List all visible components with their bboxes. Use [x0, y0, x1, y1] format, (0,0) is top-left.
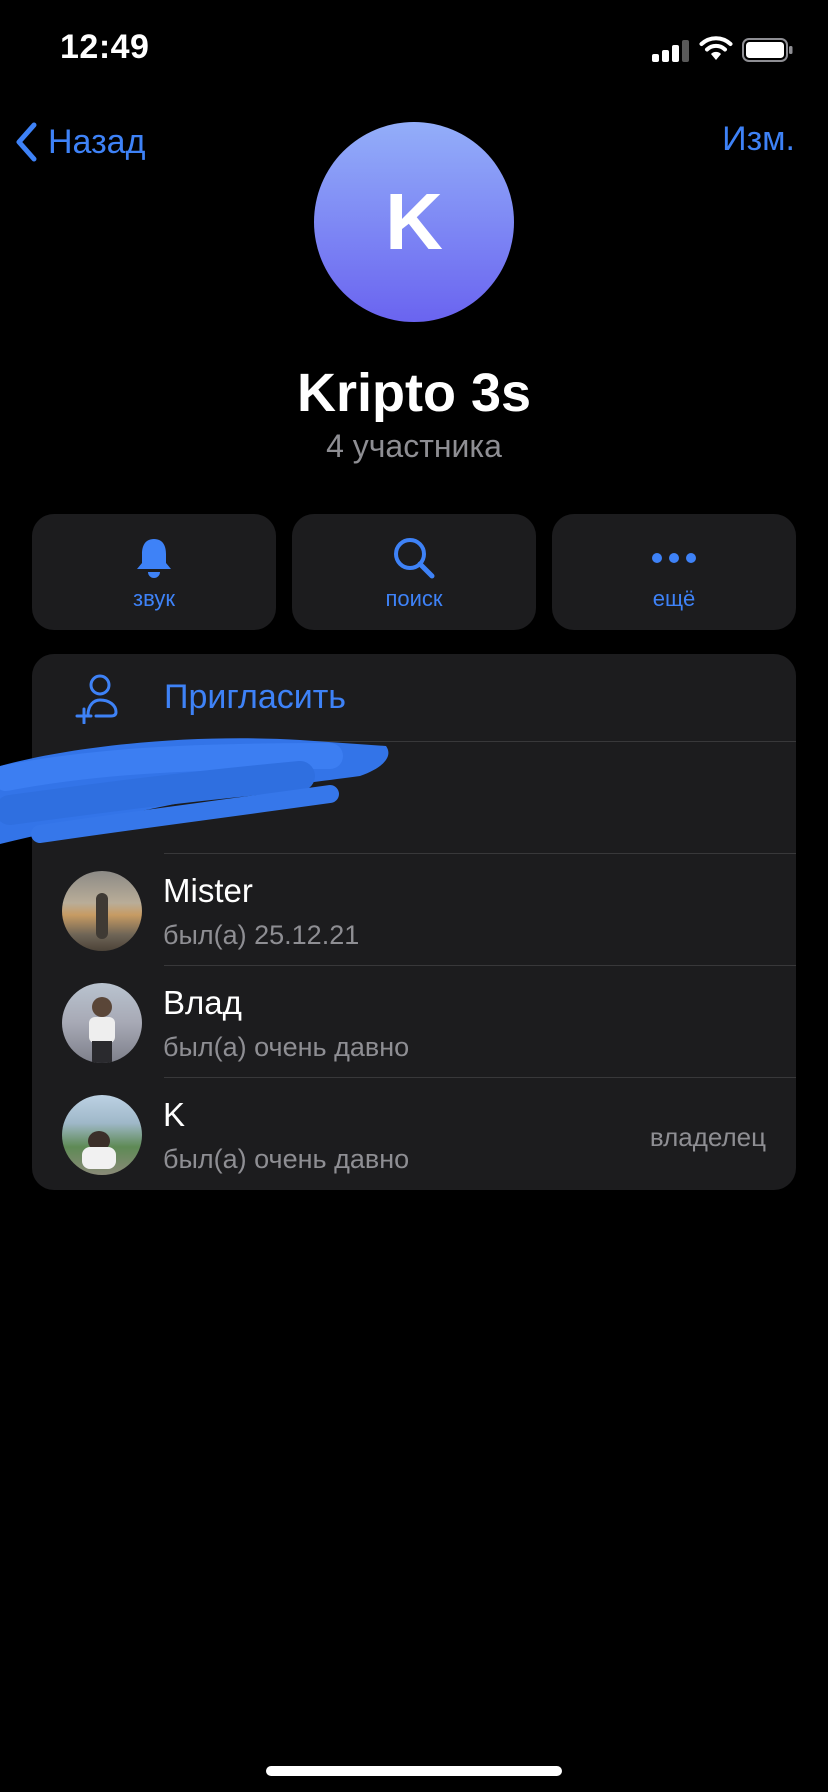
battery-icon — [742, 38, 793, 62]
member-avatar — [62, 871, 142, 951]
group-title: Kripto 3s — [296, 363, 532, 423]
member-row-mister[interactable]: Mister был(а) 25.12.21 — [32, 854, 796, 966]
more-button[interactable]: ещё — [552, 514, 796, 630]
redaction-scribble — [0, 738, 389, 844]
member-row-k[interactable]: K был(а) очень давно владелец — [32, 1078, 796, 1190]
member-last-seen: был(а) очень давно — [163, 1032, 410, 1062]
member-last-seen: был(а) очень давно — [163, 1144, 410, 1174]
member-row-vlad[interactable]: Влад был(а) очень давно — [32, 966, 796, 1078]
group-member-count: 4 участника — [326, 428, 502, 464]
edit-button[interactable]: Изм. — [722, 120, 795, 159]
home-indicator — [266, 1766, 562, 1776]
back-label: Назад — [48, 122, 146, 161]
search-button[interactable]: поиск — [292, 514, 536, 630]
member-name: K — [163, 1096, 186, 1133]
member-avatar — [62, 1095, 142, 1175]
chevron-left-icon — [16, 122, 37, 162]
bell-icon — [137, 539, 171, 578]
group-avatar[interactable]: K — [314, 122, 514, 322]
status-time: 12:49 — [60, 28, 150, 66]
search-label: поиск — [385, 586, 443, 611]
cellular-signal-icon — [652, 38, 692, 62]
sound-button[interactable]: звук — [32, 514, 276, 630]
invite-label: Пригласить — [164, 678, 347, 716]
more-icon — [652, 553, 696, 563]
member-avatar — [62, 983, 142, 1063]
wifi-icon — [699, 36, 733, 60]
back-button[interactable]: Назад — [14, 118, 145, 166]
owner-badge: владелец — [649, 1122, 766, 1152]
more-label: ещё — [652, 586, 696, 611]
search-icon — [394, 538, 435, 579]
member-last-seen: был(а) 25.12.21 — [163, 920, 360, 950]
sound-label: звук — [133, 586, 175, 611]
member-name: Mister — [163, 872, 253, 909]
member-name: Влад — [163, 984, 242, 1021]
add-user-icon — [75, 674, 118, 724]
